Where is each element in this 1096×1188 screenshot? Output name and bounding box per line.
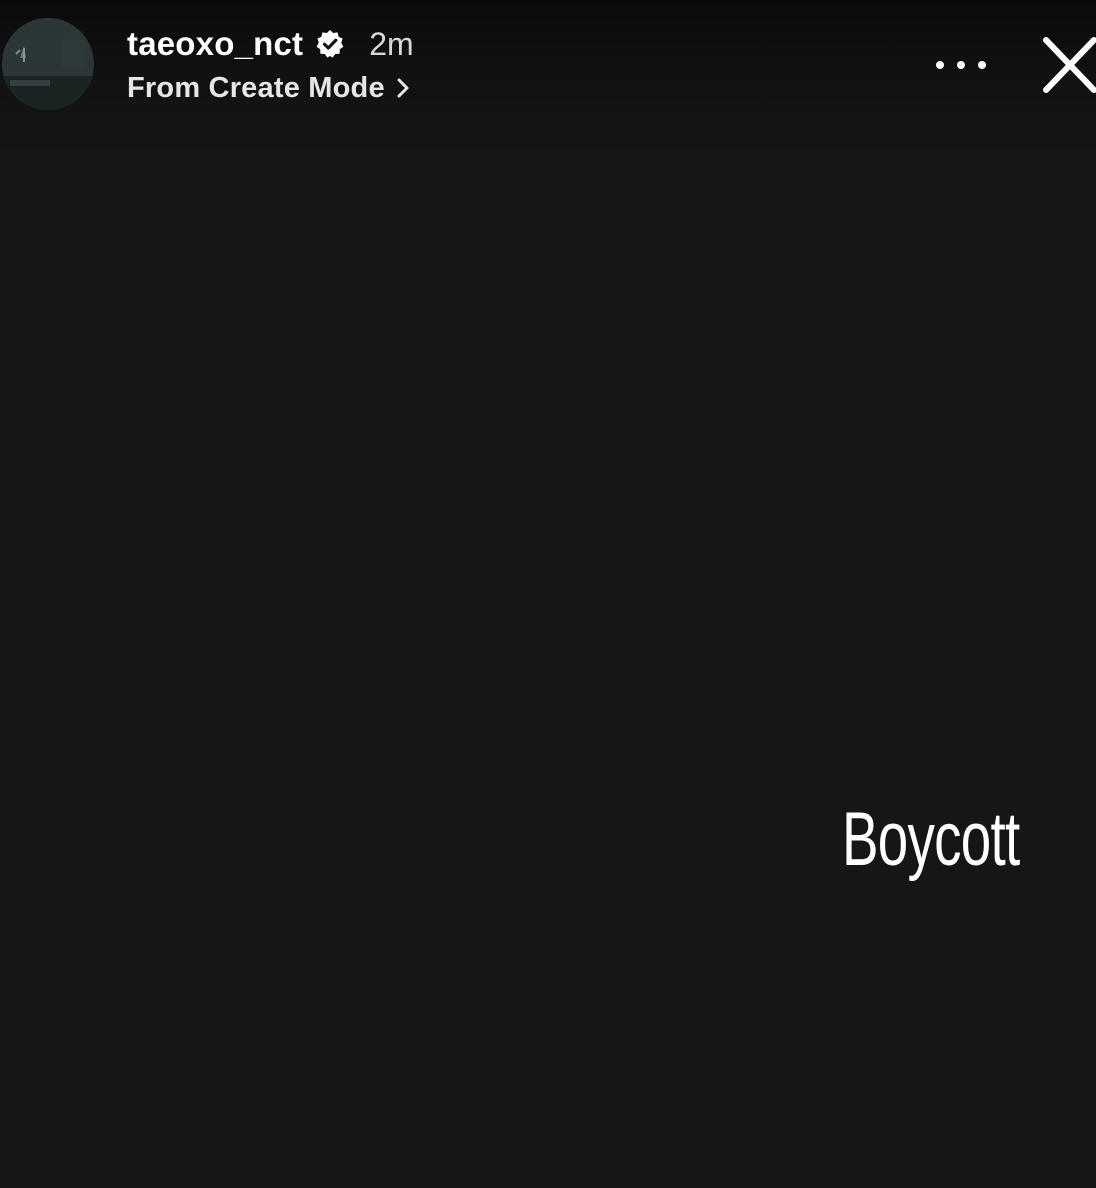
create-mode-label[interactable]: From Create Mode: [127, 72, 385, 105]
verified-badge-icon: [315, 29, 345, 59]
more-options-icon[interactable]: [936, 54, 986, 76]
user-info: taeoxo_nct 2m From Create Mode: [127, 22, 414, 112]
username-row: taeoxo_nct 2m: [127, 22, 414, 66]
chevron-right-icon: [395, 76, 411, 100]
more-dot: [957, 61, 965, 69]
story-viewer[interactable]: taeoxo_nct 2m From Create Mode Boycott: [0, 0, 1096, 1188]
post-time: 2m: [369, 25, 414, 62]
avatar-image: [2, 18, 94, 110]
create-mode-link[interactable]: From Create Mode: [127, 68, 414, 108]
story-text: Boycott: [842, 797, 1020, 882]
close-icon[interactable]: [1040, 34, 1096, 96]
more-dot: [978, 61, 986, 69]
more-dot: [936, 61, 944, 69]
username[interactable]: taeoxo_nct: [127, 25, 303, 63]
avatar[interactable]: [2, 18, 94, 110]
story-header: taeoxo_nct 2m From Create Mode: [0, 0, 1096, 130]
